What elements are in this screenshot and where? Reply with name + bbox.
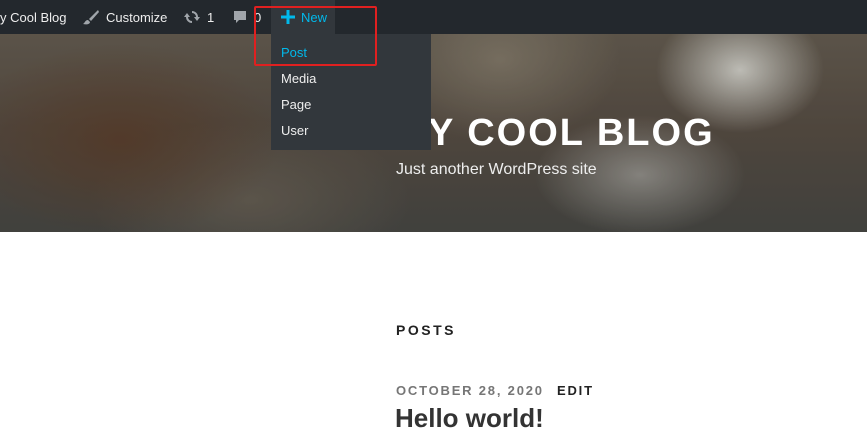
site-tagline: Just another WordPress site bbox=[396, 161, 597, 178]
admin-bar-new[interactable]: New bbox=[271, 0, 336, 34]
new-content-menu: Post Media Page User bbox=[271, 34, 431, 150]
new-post-menu-item[interactable]: Post bbox=[271, 40, 431, 66]
new-page-menu-item[interactable]: Page bbox=[271, 92, 431, 118]
new-user-menu-item[interactable]: User bbox=[271, 118, 431, 144]
site-title[interactable]: Y COOL BLOG bbox=[428, 112, 715, 155]
comments-count: 0 bbox=[254, 9, 262, 25]
section-heading: POSTS bbox=[396, 322, 456, 338]
admin-bar-comments[interactable]: 0 bbox=[232, 0, 261, 34]
brush-icon bbox=[82, 9, 100, 25]
comment-icon bbox=[232, 9, 248, 25]
admin-bar: y Cool Blog Customize 1 0 New bbox=[0, 0, 867, 34]
new-media-menu-item[interactable]: Media bbox=[271, 66, 431, 92]
customize-label: Customize bbox=[106, 9, 168, 25]
post-date[interactable]: OCTOBER 28, 2020 bbox=[396, 383, 544, 398]
new-label: New bbox=[301, 9, 328, 25]
admin-bar-site-name[interactable]: y Cool Blog bbox=[0, 0, 66, 34]
admin-bar-customize[interactable]: Customize bbox=[82, 0, 167, 34]
site-name-label: y Cool Blog bbox=[0, 9, 67, 25]
update-icon bbox=[183, 9, 201, 25]
updates-count: 1 bbox=[207, 9, 215, 25]
admin-bar-updates[interactable]: 1 bbox=[183, 0, 214, 34]
post-title[interactable]: Hello world! bbox=[395, 403, 544, 433]
edit-link[interactable]: EDIT bbox=[557, 383, 594, 398]
plus-icon bbox=[281, 10, 295, 24]
